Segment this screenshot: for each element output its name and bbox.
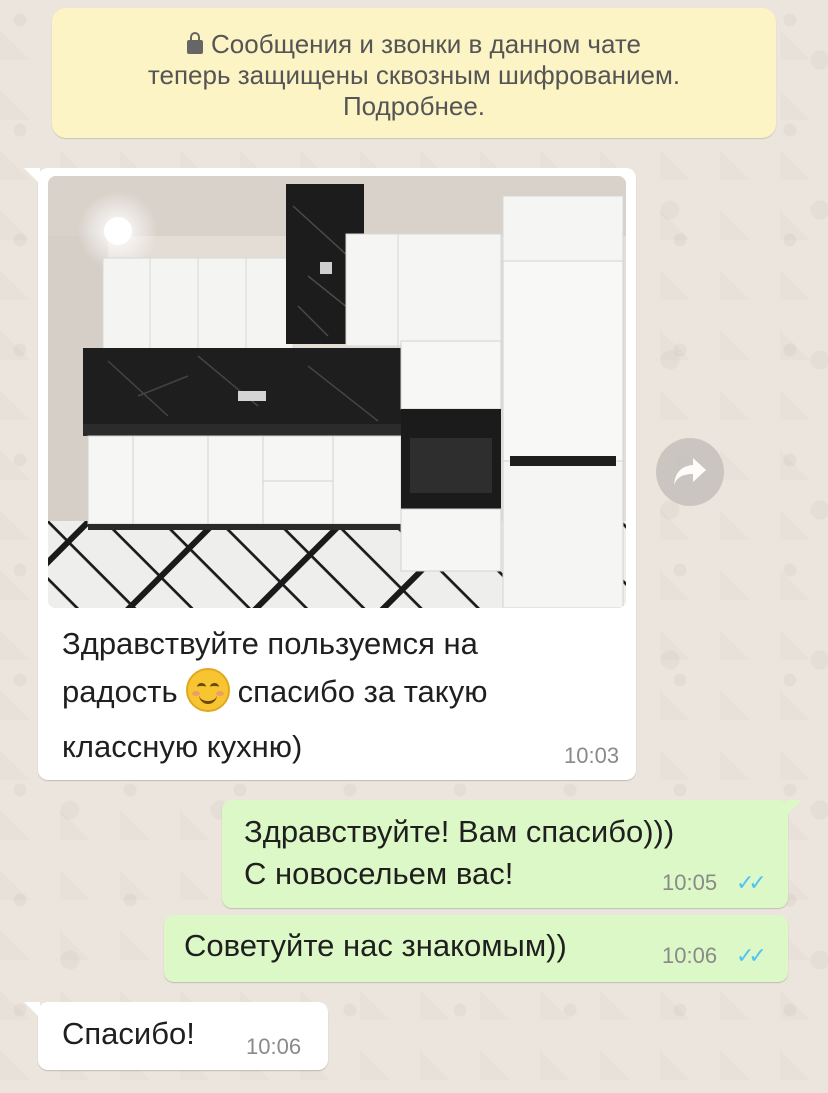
notice-learn-more-link[interactable]: Подробнее. xyxy=(52,91,776,122)
encryption-notice[interactable]: Сообщения и звонки в данном чате теперь … xyxy=(52,8,776,138)
lock-icon xyxy=(187,32,204,54)
message-text-line-1: Советуйте нас знакомым)) xyxy=(184,928,567,963)
incoming-message[interactable]: Спасибо! 10:06 xyxy=(24,1002,328,1070)
message-time: 10:06 xyxy=(662,943,718,968)
forward-button[interactable] xyxy=(656,438,724,506)
message-text-line-3: классную кухню) xyxy=(62,729,303,764)
message-time: 10:05 xyxy=(662,870,718,895)
kitchen-photo[interactable] xyxy=(48,176,626,608)
smiling-face-emoji xyxy=(185,668,230,712)
outgoing-message[interactable]: Советуйте нас знакомым)) 10:06 ✓✓ xyxy=(164,915,788,982)
message-text-line-2: С новосельем вас! xyxy=(244,856,514,891)
message-text-line-1: Здравствуйте! Вам спасибо))) xyxy=(244,814,675,849)
incoming-photo-message[interactable]: Здравствуйте пользуемся на радость спасиб… xyxy=(24,168,636,780)
forward-arrow-icon xyxy=(674,458,706,485)
message-text-line-1: Спасибо! xyxy=(62,1016,195,1051)
message-time: 10:03 xyxy=(564,743,620,768)
message-time: 10:06 xyxy=(246,1034,302,1059)
read-receipt-icon: ✓✓ xyxy=(736,943,767,968)
message-text-line-2: радость спасибо за такую xyxy=(62,668,487,716)
read-receipt-icon: ✓✓ xyxy=(736,870,767,895)
notice-line-1: Сообщения и звонки в данном чате xyxy=(52,29,776,60)
outgoing-message[interactable]: Здравствуйте! Вам спасибо))) С новоселье… xyxy=(222,800,802,908)
message-text-line-1: Здравствуйте пользуемся на xyxy=(62,626,478,661)
notice-line-2: теперь защищены сквозным шифрованием. xyxy=(147,60,681,90)
